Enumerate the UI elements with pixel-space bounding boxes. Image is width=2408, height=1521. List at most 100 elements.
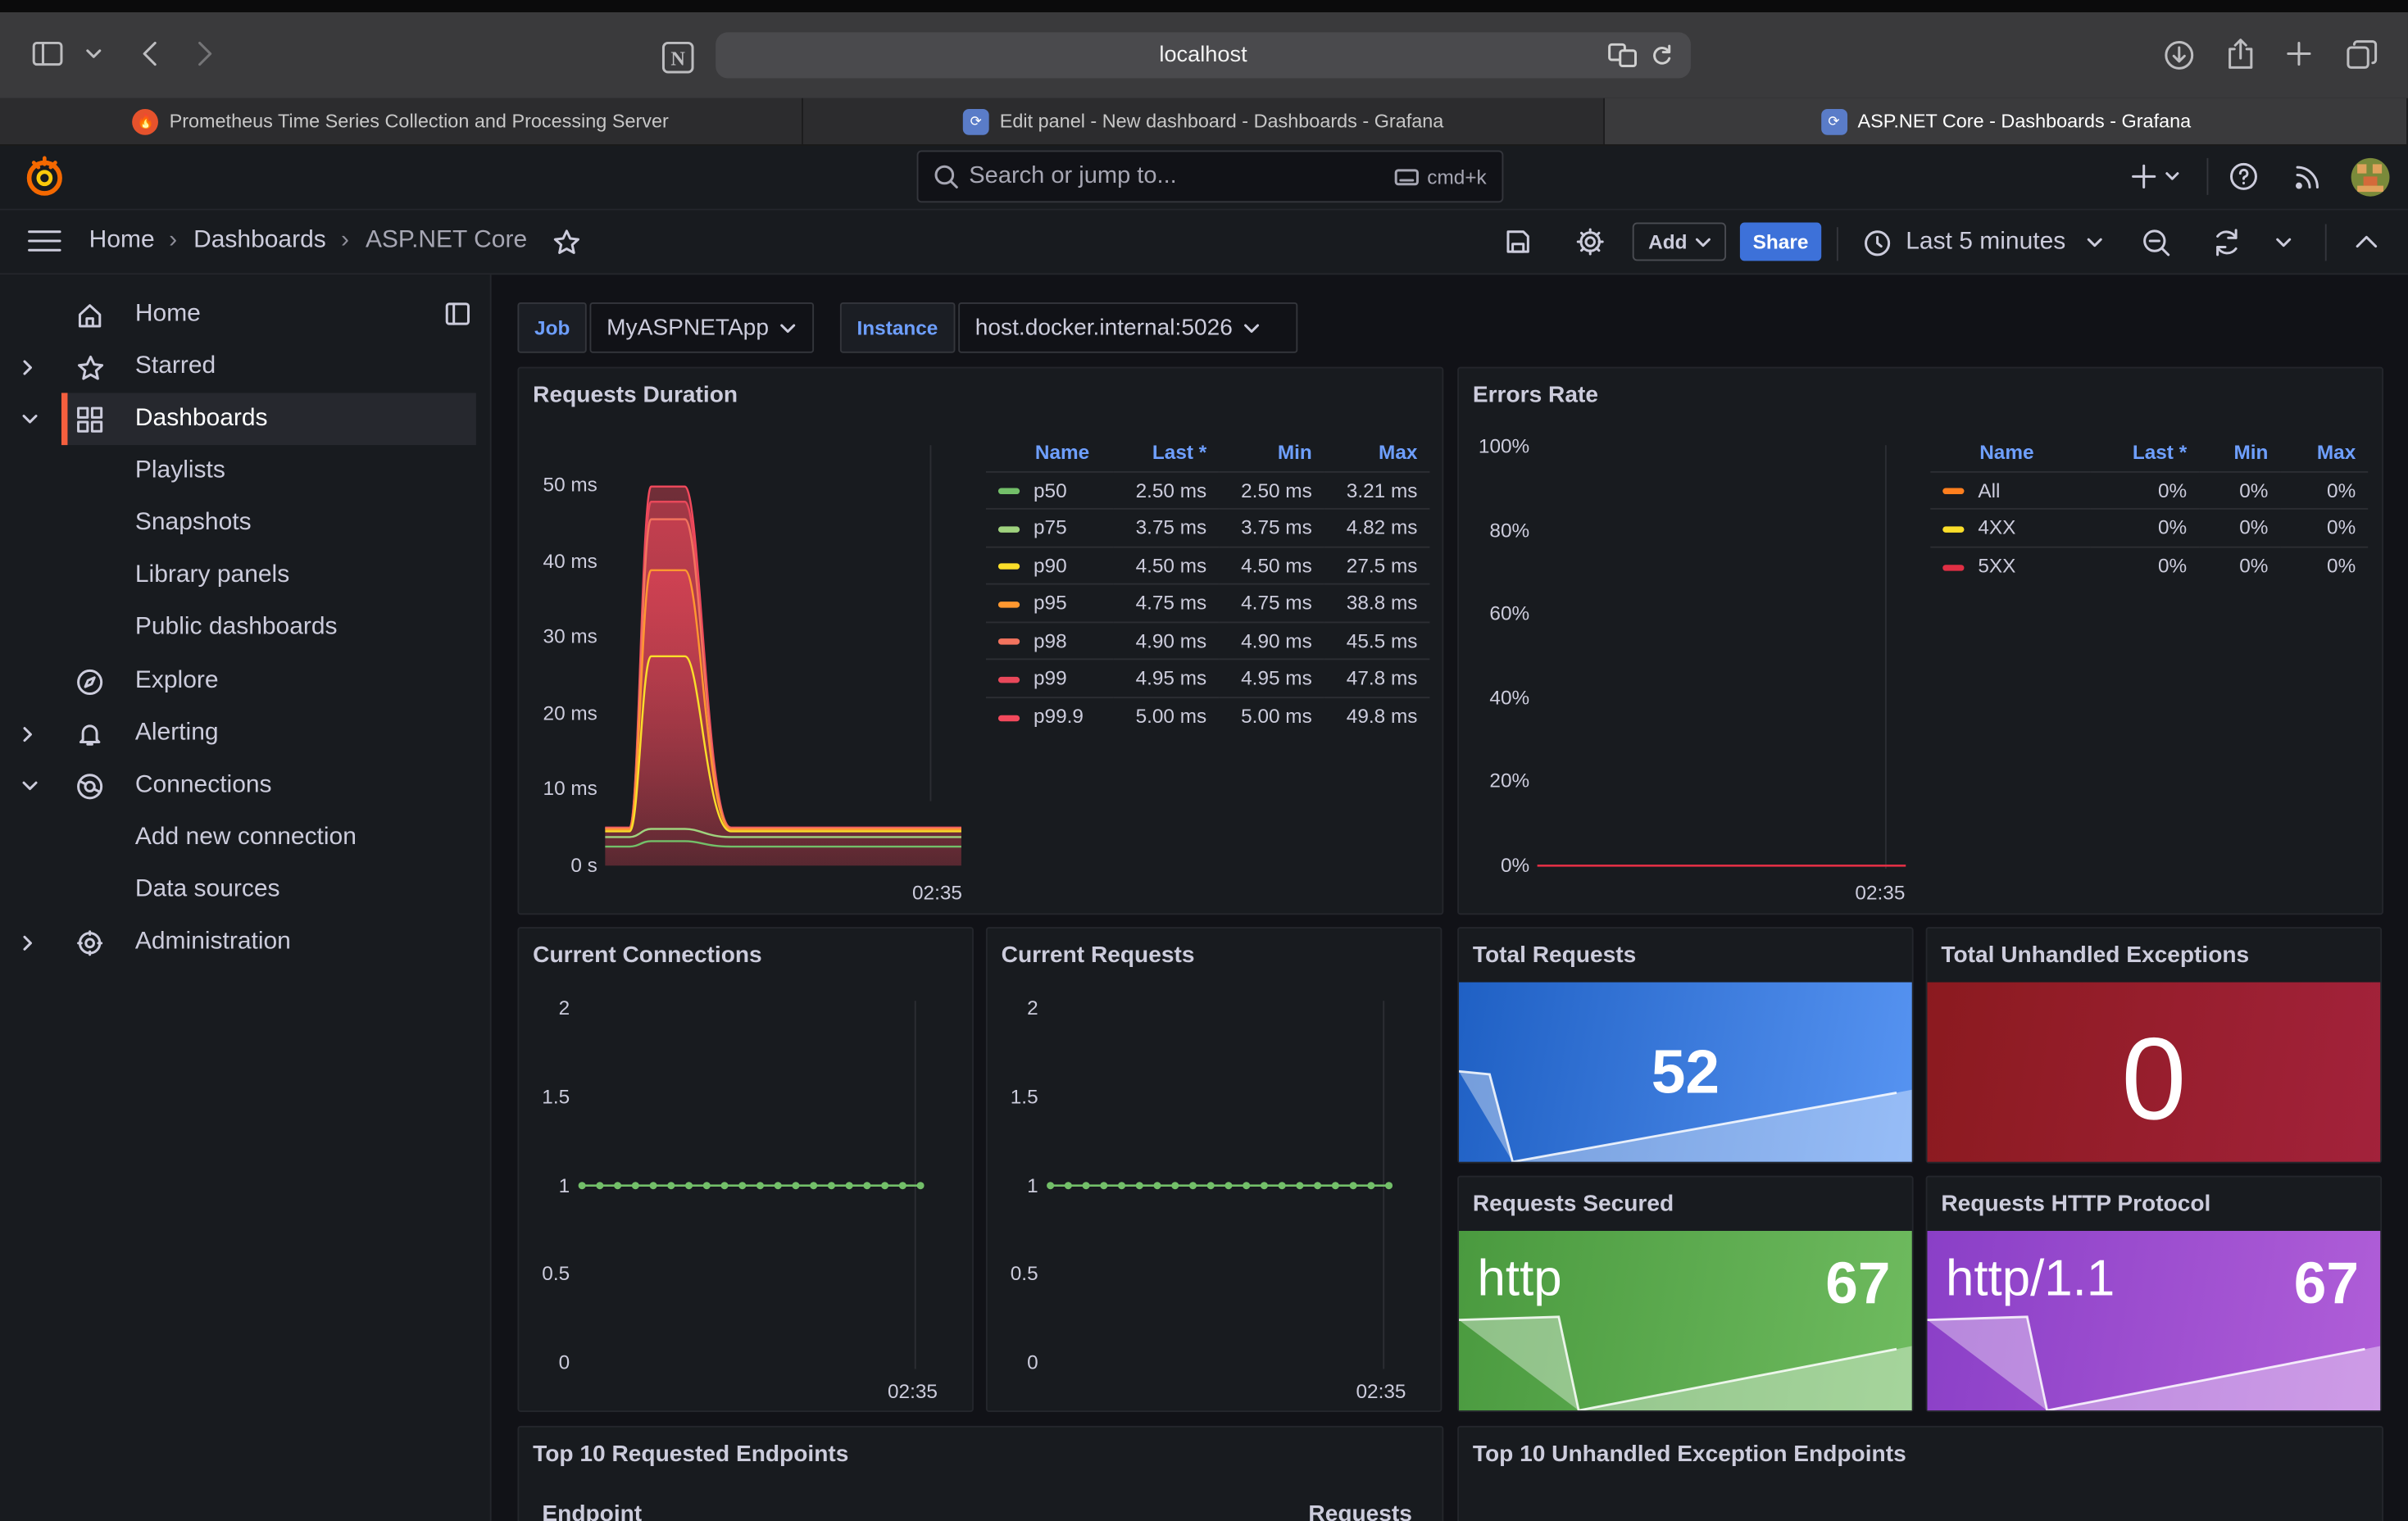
back-icon[interactable] — [140, 40, 158, 68]
data-point[interactable] — [667, 1182, 675, 1190]
sidebar-item-starred[interactable]: Starred — [0, 341, 476, 393]
notion-icon[interactable]: N — [661, 41, 694, 74]
data-point[interactable] — [1171, 1182, 1179, 1190]
data-point[interactable] — [702, 1182, 711, 1190]
data-point[interactable] — [649, 1182, 657, 1190]
legend-row[interactable]: p95 4.75 ms 4.75 ms 38.8 ms — [985, 583, 1430, 622]
data-point[interactable] — [1331, 1182, 1339, 1190]
data-point[interactable] — [898, 1182, 906, 1190]
chevron-down-icon[interactable] — [21, 413, 39, 425]
time-range-picker[interactable]: Last 5 minutes — [1865, 224, 2103, 261]
data-point[interactable] — [1064, 1182, 1072, 1190]
sidebar-item-alerting[interactable]: Alerting — [0, 707, 476, 760]
legend-col-header[interactable]: Max — [1324, 434, 1430, 471]
menu-icon[interactable] — [28, 229, 61, 253]
data-point[interactable] — [614, 1182, 622, 1190]
data-point[interactable] — [1260, 1182, 1268, 1190]
sidebar-toggle-icon[interactable] — [32, 41, 63, 66]
chevron-down-icon[interactable] — [86, 48, 102, 60]
gear-icon[interactable] — [1575, 227, 1605, 257]
share-icon[interactable] — [2227, 37, 2255, 70]
downloads-icon[interactable] — [2164, 40, 2194, 70]
data-point[interactable] — [774, 1182, 782, 1190]
data-point[interactable] — [596, 1182, 604, 1190]
data-point[interactable] — [1206, 1182, 1215, 1190]
legend-col-header[interactable]: Last * — [1114, 434, 1220, 471]
chevron-right-icon[interactable] — [21, 934, 34, 951]
legend-col-header[interactable]: Name — [1930, 434, 2090, 471]
panel-top-endpoints[interactable]: Top 10 Requested Endpoints — [517, 1425, 1444, 1521]
data-point[interactable] — [881, 1182, 889, 1190]
avatar[interactable] — [2351, 157, 2390, 197]
breadcrumb-home[interactable]: Home — [89, 227, 155, 255]
legend-row[interactable]: p99 4.95 ms 4.95 ms 47.8 ms — [985, 658, 1430, 697]
legend-row[interactable]: p98 4.90 ms 4.90 ms 45.5 ms — [985, 620, 1430, 660]
data-point[interactable] — [1385, 1182, 1393, 1190]
browser-tab[interactable]: ⟳ Edit panel - New dashboard - Dashboard… — [802, 98, 1606, 145]
legend-row[interactable]: p50 2.50 ms 2.50 ms 3.21 ms — [985, 470, 1430, 509]
panel-top-exceptions[interactable]: Top 10 Unhandled Exception Endpoints — [1457, 1425, 2383, 1521]
sidebar-item-public-dashboards[interactable]: Public dashboards — [0, 602, 476, 654]
zoom-out-icon[interactable] — [2142, 229, 2170, 257]
sidebar-item-add-new-connection[interactable]: Add new connection — [0, 812, 476, 865]
legend-row[interactable]: All 0% 0% 0% — [1930, 470, 2369, 509]
chart-requests-duration[interactable] — [605, 445, 961, 869]
data-point[interactable] — [1224, 1182, 1233, 1190]
refresh-icon[interactable] — [2213, 229, 2241, 257]
data-point[interactable] — [827, 1182, 835, 1190]
sidebar-item-playlists[interactable]: Playlists — [0, 445, 476, 497]
url-bar[interactable]: localhost — [716, 32, 1691, 79]
chevron-up-icon[interactable] — [2356, 235, 2378, 249]
tab-overview-icon[interactable] — [2347, 40, 2378, 70]
data-point[interactable] — [1314, 1182, 1322, 1190]
reload-icon[interactable] — [1651, 43, 1672, 67]
data-point[interactable] — [1153, 1182, 1161, 1190]
add-button[interactable]: Add — [1632, 222, 1727, 261]
data-point[interactable] — [1349, 1182, 1357, 1190]
data-point[interactable] — [1188, 1182, 1197, 1190]
chevron-down-icon[interactable] — [21, 779, 39, 792]
chart-current-connections[interactable] — [575, 1001, 958, 1369]
data-point[interactable] — [916, 1182, 925, 1190]
chart-current-requests[interactable] — [1043, 1001, 1426, 1369]
data-point[interactable] — [756, 1182, 764, 1190]
legend-row[interactable]: 4XX 0% 0% 0% — [1930, 507, 2369, 547]
save-icon[interactable] — [1505, 229, 1531, 255]
column-header-requests[interactable]: Requests — [1308, 1501, 1412, 1521]
forward-icon[interactable] — [197, 40, 215, 68]
data-point[interactable] — [1047, 1182, 1055, 1190]
star-icon[interactable] — [553, 229, 581, 255]
data-point[interactable] — [1367, 1182, 1375, 1190]
sidebar-item-explore[interactable]: Explore — [0, 656, 476, 708]
variable-select-job[interactable]: MyASPNETApp — [589, 302, 815, 353]
legend-col-header[interactable]: Last * — [2090, 434, 2199, 471]
sidebar-item-home[interactable]: Home — [0, 288, 476, 341]
sidebar-item-connections[interactable]: Connections — [0, 760, 476, 812]
browser-tab-active[interactable]: ⟳ ASP.NET Core - Dashboards - Grafana — [1605, 98, 2408, 145]
data-point[interactable] — [810, 1182, 818, 1190]
sidebar-item-dashboards-row[interactable]: Dashboards — [0, 393, 476, 445]
search-input[interactable]: Search or jump to... cmd+k — [916, 150, 1504, 203]
grafana-logo-icon[interactable] — [26, 155, 63, 198]
data-point[interactable] — [738, 1182, 747, 1190]
new-tab-icon[interactable] — [2287, 41, 2311, 66]
share-button[interactable]: Share — [1739, 222, 1822, 261]
data-point[interactable] — [685, 1182, 693, 1190]
sidebar-item-data-sources[interactable]: Data sources — [0, 864, 476, 916]
translate-icon[interactable] — [1608, 43, 1638, 68]
legend-col-header[interactable]: Min — [2199, 434, 2280, 471]
data-point[interactable] — [631, 1182, 639, 1190]
data-point[interactable] — [792, 1182, 800, 1190]
data-point[interactable] — [863, 1182, 871, 1190]
data-point[interactable] — [1296, 1182, 1304, 1190]
data-point[interactable] — [578, 1182, 586, 1190]
data-point[interactable] — [1135, 1182, 1143, 1190]
legend-row[interactable]: p90 4.50 ms 4.50 ms 27.5 ms — [985, 545, 1430, 584]
chevron-down-icon[interactable] — [2276, 236, 2292, 248]
data-point[interactable] — [1082, 1182, 1090, 1190]
legend-row[interactable]: 5XX 0% 0% 0% — [1930, 545, 2369, 584]
sidebar-item-administration[interactable]: Administration — [0, 916, 476, 969]
help-icon[interactable] — [2229, 162, 2258, 191]
chevron-right-icon[interactable] — [21, 725, 34, 742]
browser-tab[interactable]: 🔥 Prometheus Time Series Collection and … — [0, 98, 803, 145]
